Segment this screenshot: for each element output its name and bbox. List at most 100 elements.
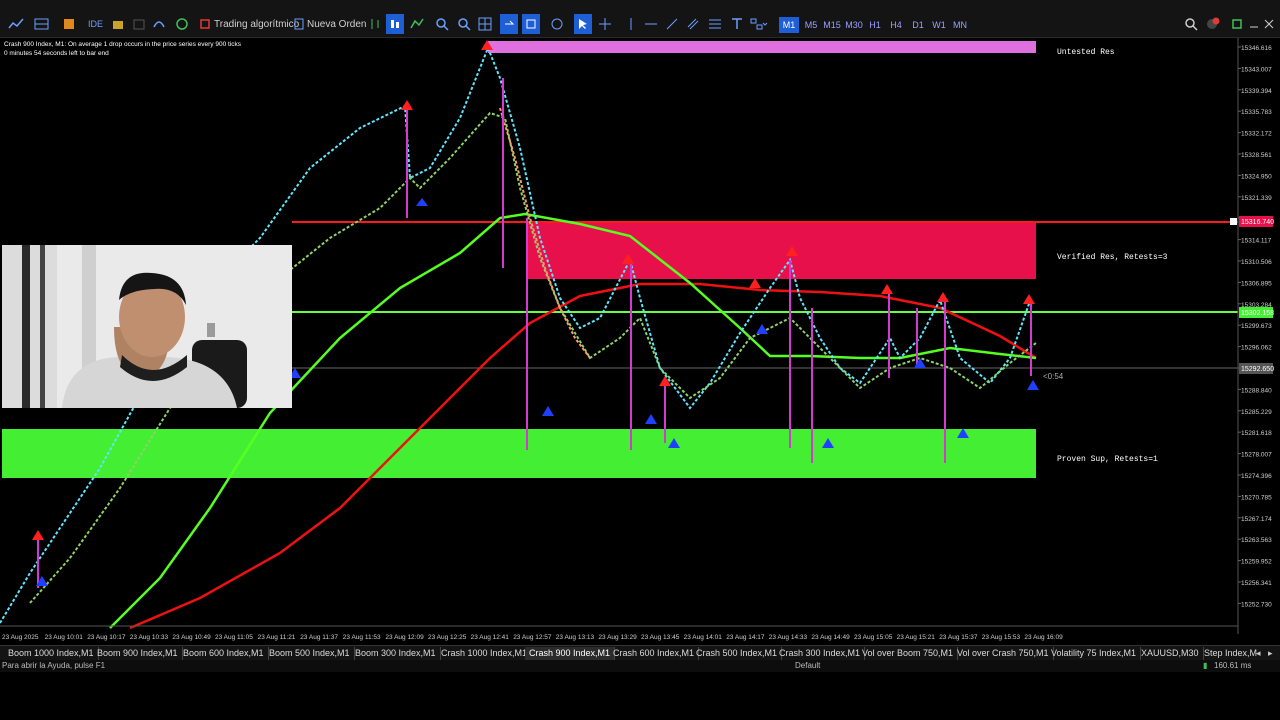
chart-shift-icon[interactable] xyxy=(522,14,540,34)
alert-marker[interactable] xyxy=(1230,218,1237,225)
time-axis-label: 23 Aug 11:53 xyxy=(343,634,381,641)
cursor-icon[interactable] xyxy=(574,14,592,34)
tab-crash-500[interactable]: Crash 500 Index,M1 xyxy=(692,647,783,660)
market-icon[interactable] xyxy=(62,14,76,34)
tab-boom-300[interactable]: Boom 300 Index,M1 xyxy=(351,647,441,660)
time-axis-label: 23 Aug 11:37 xyxy=(300,634,338,641)
zoom-out-icon[interactable] xyxy=(457,14,471,34)
algo-trading-button[interactable]: Trading algorítmico xyxy=(200,14,299,34)
document-icon xyxy=(294,18,304,30)
tab-crash-600[interactable]: Crash 600 Index,M1 xyxy=(609,647,700,660)
price-axis-label: 15259.952 xyxy=(1241,559,1272,566)
price-axis-label: 15285.229 xyxy=(1241,409,1272,416)
chart-header-info: Crash 900 Index, M1: On average 1 drop o… xyxy=(4,41,242,48)
tab-boom-900[interactable]: Boom 900 Index,M1 xyxy=(93,647,183,660)
timeframe-w1[interactable]: W1 xyxy=(929,17,949,33)
tab-crash-1000[interactable]: Crash 1000 Index,M1 xyxy=(437,647,533,660)
current-price-tag-label: 15302.158 xyxy=(1241,310,1274,317)
minimize-icon[interactable] xyxy=(1249,14,1259,34)
price-axis-label: 15296.062 xyxy=(1241,345,1272,352)
tab-crash-900[interactable]: Crash 900 Index,M1 xyxy=(525,647,616,660)
vertical-line-icon[interactable] xyxy=(624,14,638,34)
time-axis-label: 23 Aug 10:01 xyxy=(45,634,84,641)
horizontal-line-icon[interactable] xyxy=(644,14,658,34)
new-order-button[interactable]: Nueva Orden xyxy=(294,14,366,34)
tab-crash-300[interactable]: Crash 300 Index,M1 xyxy=(775,647,866,660)
price-axis-label: 15335.783 xyxy=(1241,109,1272,116)
chart-type-icon[interactable] xyxy=(8,14,24,34)
search-icon[interactable] xyxy=(1184,14,1198,34)
channel-icon[interactable] xyxy=(686,14,700,34)
webcam-overlay xyxy=(2,245,292,408)
time-axis-label: 23 Aug 14:49 xyxy=(811,634,850,641)
time-axis-label: 23 Aug 12:41 xyxy=(471,634,510,641)
ide-icon[interactable]: IDE xyxy=(88,14,103,34)
price-axis-label: 15332.172 xyxy=(1241,131,1272,138)
resistance-price-tag-label: 15316.740 xyxy=(1241,219,1274,226)
time-axis-label: 23 Aug 13:13 xyxy=(556,634,595,641)
timeframe-m5[interactable]: M5 xyxy=(801,17,821,33)
time-axis-label: 23 Aug 15:05 xyxy=(854,634,893,641)
tab-boom-1000[interactable]: Boom 1000 Index,M1 xyxy=(4,647,99,660)
timeframe-d1[interactable]: D1 xyxy=(908,17,928,33)
time-axis-label: 23 Aug 14:17 xyxy=(726,634,765,641)
time-axis-label: 23 Aug 12:09 xyxy=(385,634,424,641)
price-axis-label: 15288.840 xyxy=(1241,387,1272,394)
line-chart-icon[interactable] xyxy=(410,14,424,34)
tab-boom-500[interactable]: Boom 500 Index,M1 xyxy=(265,647,355,660)
price-axis-label: 15343.007 xyxy=(1241,66,1272,73)
timeframe-m15[interactable]: M15 xyxy=(822,17,842,33)
timeframe-m1[interactable]: M1 xyxy=(779,17,799,33)
time-axis-label: 23 Aug 12:57 xyxy=(513,634,552,641)
indicators-icon[interactable] xyxy=(550,14,564,34)
price-axis-label: 15346.616 xyxy=(1241,45,1272,52)
signal-icon[interactable] xyxy=(1230,14,1244,34)
time-axis-label: 23 Aug 11:21 xyxy=(258,634,296,641)
algo-trading-label: Trading algorítmico xyxy=(214,18,300,30)
time-axis-label: 23 Aug 15:21 xyxy=(897,634,936,641)
community-icon[interactable] xyxy=(175,14,189,34)
time-axis-label: 23 Aug 13:29 xyxy=(598,634,637,641)
help-hint: Para abrir la Ayuda, pulse F1 xyxy=(2,661,106,670)
time-axis-label: 23 Aug 16:09 xyxy=(1024,634,1063,641)
fibonacci-icon[interactable] xyxy=(708,14,722,34)
price-axis-label: 15299.673 xyxy=(1241,323,1272,330)
tabs-scroll-left-icon[interactable]: ◂ xyxy=(1252,647,1265,660)
new-chart-icon[interactable] xyxy=(34,14,50,34)
price-chart[interactable]: 15346.616 15343.007 15339.394 15335.783 1533… xyxy=(0,38,1280,644)
crosshair-icon[interactable] xyxy=(598,14,612,34)
notifications-icon[interactable] xyxy=(1205,14,1221,34)
timeframe-m30[interactable]: M30 xyxy=(844,17,864,33)
price-axis-label: 15252.730 xyxy=(1241,601,1272,608)
tab-vol-over-boom-750[interactable]: Vol over Boom 750,M1 xyxy=(858,647,959,660)
calendar-icon[interactable] xyxy=(132,14,146,34)
time-axis-label: 23 Aug 13:45 xyxy=(641,634,680,641)
tab-boom-600[interactable]: Boom 600 Index,M1 xyxy=(179,647,269,660)
strategy-icon[interactable] xyxy=(111,14,125,34)
stop-icon xyxy=(200,19,210,29)
price-axis-label: 15328.561 xyxy=(1241,152,1272,159)
shapes-icon[interactable] xyxy=(750,14,768,34)
trendline-icon[interactable] xyxy=(665,14,679,34)
grid-icon[interactable] xyxy=(478,14,492,34)
autoscroll-icon[interactable] xyxy=(500,14,518,34)
tab-xauusd[interactable]: XAUUSD,M30 xyxy=(1137,647,1204,660)
profile-name: Default xyxy=(795,661,821,670)
time-axis-label: 23 Aug 11:05 xyxy=(215,634,253,641)
tabs-scroll-right-icon[interactable]: ▸ xyxy=(1264,647,1277,660)
text-icon[interactable] xyxy=(730,14,744,34)
bar-chart-icon[interactable] xyxy=(368,14,382,34)
timeframe-h4[interactable]: H4 xyxy=(886,17,906,33)
timeframe-h1[interactable]: H1 xyxy=(865,17,885,33)
timeframe-mn[interactable]: MN xyxy=(950,17,970,33)
close-icon[interactable] xyxy=(1264,14,1274,34)
price-axis-label: 15274.396 xyxy=(1241,473,1272,480)
toolbar: IDE Trading algorítmico Nueva Orden M1 M… xyxy=(0,0,1280,38)
signals-icon[interactable] xyxy=(152,14,166,34)
tab-vol-over-crash-750[interactable]: Vol over Crash 750,M1 xyxy=(953,647,1054,660)
zoom-in-icon[interactable] xyxy=(435,14,449,34)
proven-zone-label: Proven Sup, Retests=1 xyxy=(1057,455,1158,464)
tab-volatility-75[interactable]: Volatility 75 Index,M1 xyxy=(1047,647,1142,660)
candles-icon[interactable] xyxy=(386,14,404,34)
verified-zone-label: Verified Res, Retests=3 xyxy=(1057,253,1168,262)
